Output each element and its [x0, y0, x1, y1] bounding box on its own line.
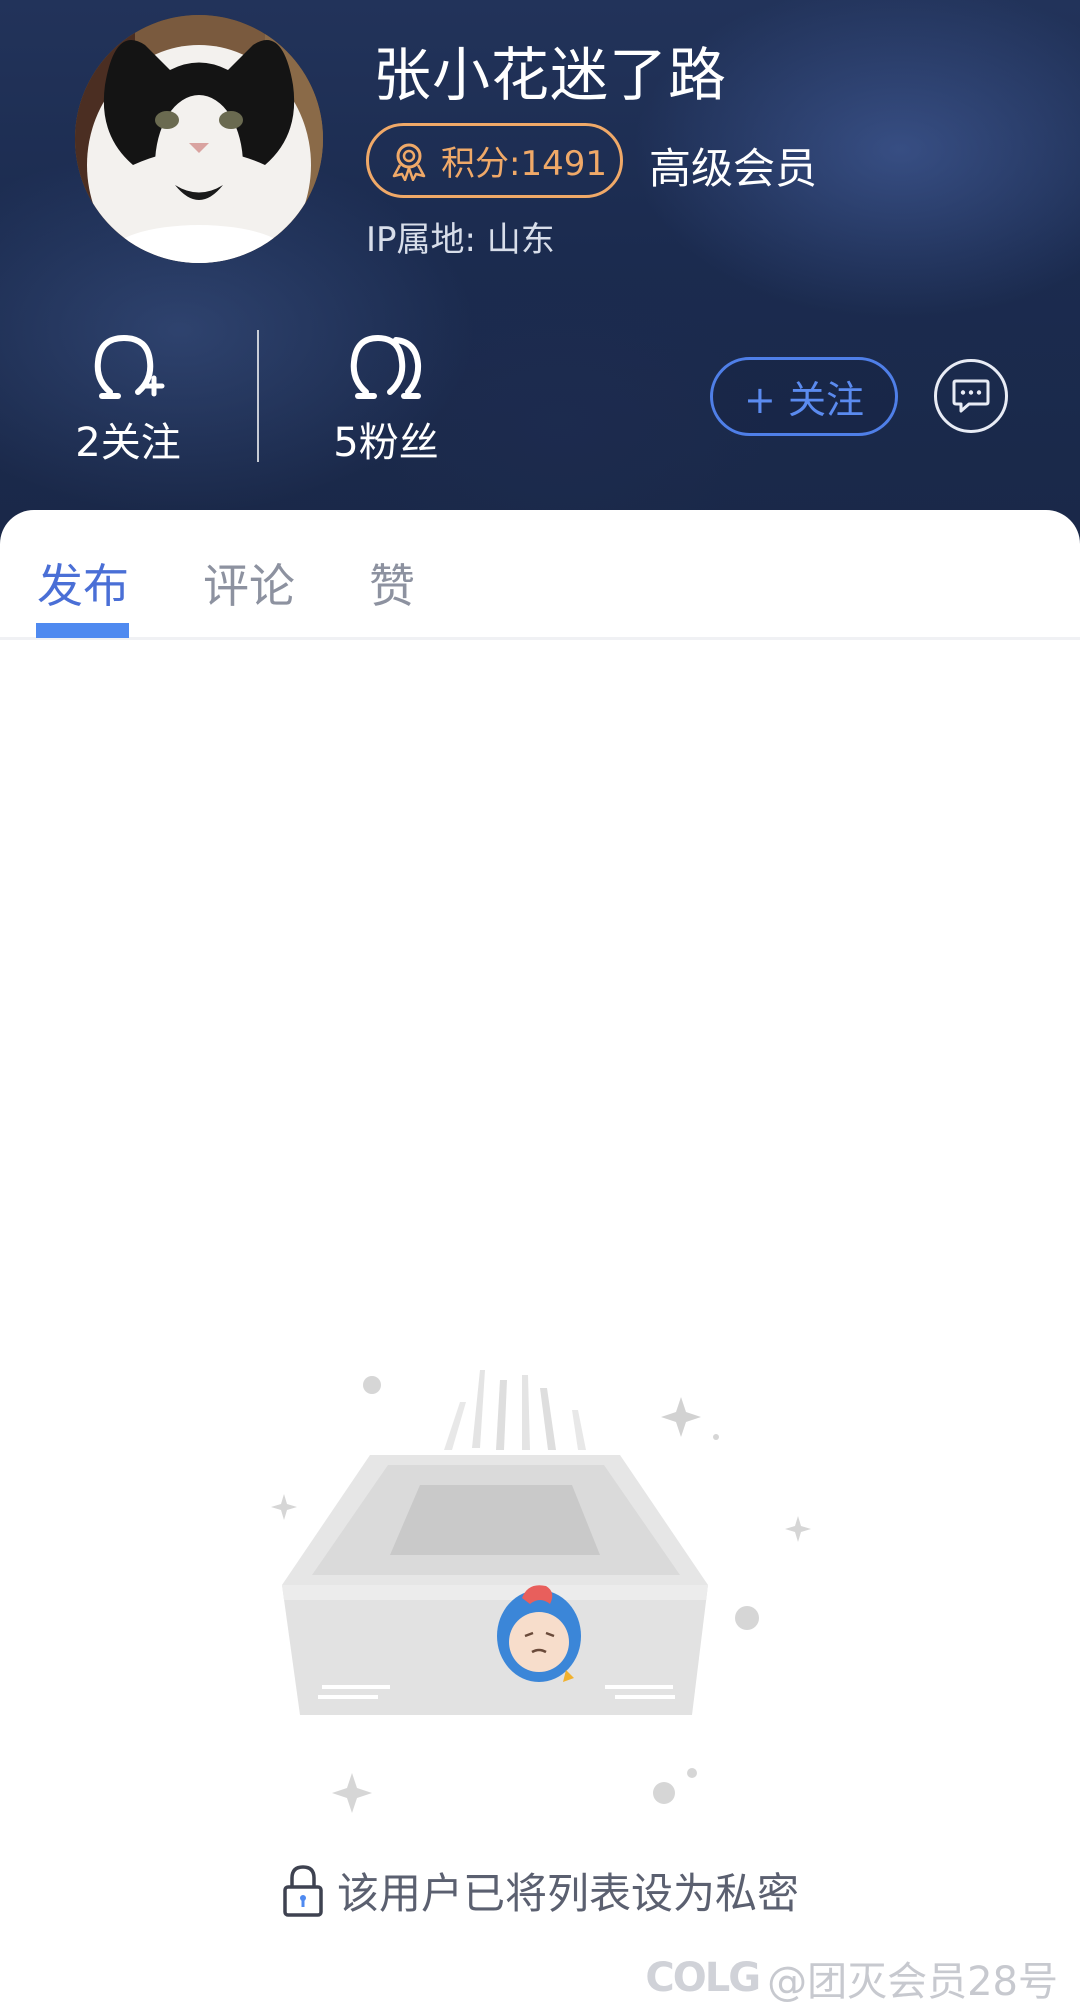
users-icon — [350, 334, 422, 399]
follow-button[interactable]: + 关注 — [710, 357, 898, 436]
tab-comment[interactable]: 评论 — [203, 550, 295, 616]
ip-location: IP属地: 山东 — [366, 220, 555, 260]
content-sheet: 发布 评论 赞 该用户已将列表设为私密 — [0, 510, 1080, 2015]
privacy-message: 该用户已将列表设为私密 — [336, 1869, 799, 1918]
following-count: 2关注 — [75, 420, 181, 466]
profile-page: 张小花迷了路 积分:1491 高级会员 IP属地: 山东 2关注 5粉丝 + 关… — [0, 0, 1080, 2015]
empty-box-illustration — [271, 1370, 811, 1813]
member-level: 高级会员 — [649, 144, 818, 193]
tab-indicator — [36, 623, 129, 638]
chat-bubble-icon — [952, 379, 990, 413]
cat-avatar-image — [75, 15, 323, 263]
lock-icon — [283, 1864, 323, 1917]
points-value: 积分:1491 — [441, 144, 607, 184]
watermark: COLG @团灭会员28号 — [645, 1949, 1058, 2007]
user-add-icon — [94, 334, 165, 399]
medal-icon — [392, 143, 426, 181]
points-badge[interactable]: 积分:1491 — [366, 123, 623, 198]
tab-bar: 发布 评论 赞 — [0, 510, 1080, 640]
avatar[interactable] — [75, 15, 323, 263]
profile-header: 张小花迷了路 积分:1491 高级会员 IP属地: 山东 2关注 5粉丝 + 关… — [0, 0, 1080, 560]
fans-count: 5粉丝 — [333, 420, 439, 466]
username: 张小花迷了路 — [373, 41, 728, 109]
stats-divider — [257, 330, 259, 462]
watermark-text: @团灭会员28号 — [767, 1959, 1058, 2005]
tab-post[interactable]: 发布 — [37, 550, 129, 616]
privacy-notice: 该用户已将列表设为私密 — [0, 1860, 1080, 1921]
message-button[interactable] — [934, 359, 1008, 433]
fans-stat[interactable]: 5粉丝 — [296, 330, 476, 468]
following-stat[interactable]: 2关注 — [38, 330, 218, 468]
watermark-logo: COLG — [645, 1955, 761, 2001]
tab-like[interactable]: 赞 — [369, 550, 415, 616]
